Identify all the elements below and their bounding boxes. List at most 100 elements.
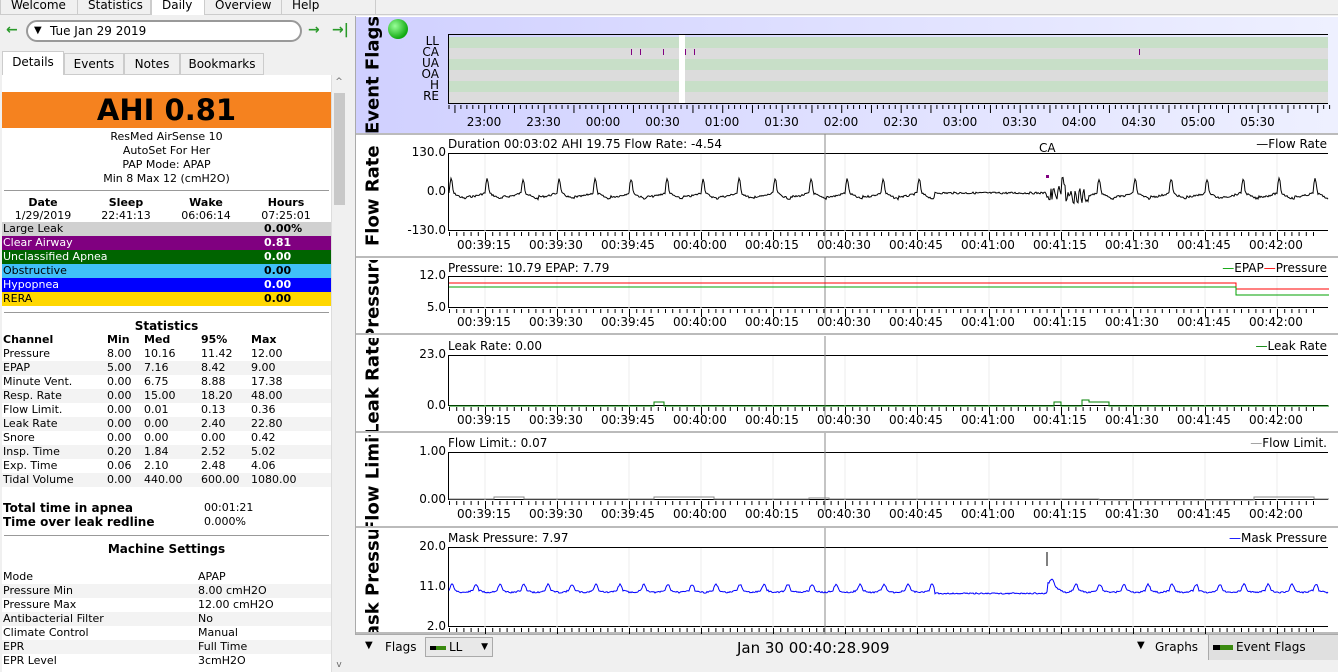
- scrollbar-thumb[interactable]: [334, 93, 345, 205]
- flow-header: Duration 00:03:02 AHI 19.75 Flow Rate: -…: [448, 137, 723, 151]
- clear-airway-flag-mark: [694, 49, 695, 55]
- statistics-cell: 8.00: [107, 347, 132, 360]
- y-tick-label: -130.0: [407, 223, 446, 237]
- event-flags-label: Event Flags: [1236, 640, 1306, 654]
- graphs-dropdown-icon[interactable]: ▼: [1137, 640, 1145, 651]
- hours-header: Hours: [267, 196, 305, 209]
- total-label: Total time in apnea: [3, 501, 133, 515]
- mask-title: Mask Pressure: [362, 530, 384, 632]
- flowlimit-plot[interactable]: [448, 433, 1329, 511]
- time-axis-label: 00:41:00: [961, 507, 1015, 521]
- flag-time-label: 03:00: [942, 115, 978, 129]
- statistics-cell: 0.00: [144, 431, 169, 444]
- statistics-cell: Minute Vent.: [3, 375, 73, 388]
- time-axis-label: 00:40:45: [889, 315, 943, 329]
- tab-welcome[interactable]: Welcome: [0, 0, 78, 15]
- col-min: Min: [107, 333, 130, 346]
- flags-label[interactable]: Flags: [385, 640, 416, 654]
- statistics-cell: Resp. Rate: [3, 389, 62, 402]
- legend-entry: Mask Pressure: [1241, 531, 1327, 545]
- event-flags-title: Event Flags: [362, 17, 384, 133]
- statistics-cell: 0.00: [107, 375, 132, 388]
- next-day-arrow-icon[interactable]: →: [308, 22, 320, 38]
- statistics-cell: 0.00: [107, 431, 132, 444]
- y-tick-label: 20.0: [419, 539, 446, 553]
- flowlimit-title: Flow Limit: [362, 435, 384, 526]
- clear-airway-flag-mark: [631, 49, 632, 55]
- tab-statistics[interactable]: Statistics: [77, 0, 151, 15]
- legend-entry: Flow Limit.: [1262, 436, 1327, 450]
- time-axis-label: 00:40:45: [889, 238, 943, 252]
- flag-row-band: [449, 92, 1328, 103]
- pressure-plot[interactable]: [448, 257, 1329, 319]
- total-value: 00:01:21: [204, 501, 254, 514]
- statistics-cell: 600.00: [201, 473, 240, 486]
- col-channel: Channel: [3, 333, 54, 346]
- flag-time-label: 02:00: [823, 115, 859, 129]
- total-value: 0.000%: [204, 515, 246, 528]
- time-axis-label: 00:41:15: [1033, 507, 1087, 521]
- last-day-arrow-icon[interactable]: →|: [332, 22, 349, 38]
- time-axis-label: 00:41:45: [1177, 238, 1231, 252]
- time-axis-label: 00:40:00: [673, 413, 727, 427]
- time-axis-label: 00:40:45: [889, 413, 943, 427]
- statistics-cell: 7.16: [144, 361, 169, 374]
- tab-details[interactable]: Details: [2, 51, 64, 76]
- statistics-cell: 10.16: [144, 347, 176, 360]
- event-flags-toggle[interactable]: Event Flags: [1208, 635, 1338, 660]
- time-axis-label: 00:42:00: [1249, 315, 1303, 329]
- pushpin-icon[interactable]: [388, 19, 408, 39]
- leak-rate-series: [449, 399, 1329, 407]
- flags-dropdown-icon[interactable]: ▼: [365, 640, 373, 651]
- prev-day-arrow-icon[interactable]: ←: [6, 22, 18, 38]
- flow-title: Flow Rate: [362, 145, 384, 247]
- time-axis-label: 00:39:30: [529, 238, 583, 252]
- setting-row: EPR Level 3cmH2O: [2, 654, 331, 668]
- leak-panel: Leak Rate Leak Rate: 0.00 —Leak Rate 23.0 0.…: [356, 336, 1338, 433]
- flag-time-label: 01:30: [764, 115, 799, 129]
- event-flags-plot[interactable]: [448, 34, 1328, 104]
- flow-plot[interactable]: CA: [448, 134, 1329, 242]
- scroll-down-icon[interactable]: v: [332, 660, 346, 670]
- statistics-cell: 4.06: [251, 459, 276, 472]
- flowlimit-panel: Flow Limit Flow Limit.: 0.07 —Flow Limit. 1…: [356, 433, 1338, 528]
- y-tick-label: 0.0: [426, 184, 446, 198]
- details-scrollbar[interactable]: ^ v: [331, 75, 346, 672]
- setting-row: Climate Control Manual: [2, 626, 331, 640]
- graphs-label[interactable]: Graphs: [1155, 640, 1198, 654]
- mask-panel: Mask Pressure Mask Pressure: 7.97 —Mask Pr…: [356, 528, 1338, 648]
- leak-plot[interactable]: [448, 336, 1329, 417]
- flag-time-label: 23:30: [526, 115, 561, 129]
- flag-time-label: 00:00: [585, 115, 621, 129]
- event-row[interactable]: Obstructive 0.00: [2, 264, 331, 278]
- event-label: Large Leak: [3, 222, 64, 235]
- tab-overview[interactable]: Overview: [204, 0, 282, 15]
- time-axis-label: 00:41:30: [1105, 238, 1159, 252]
- time-axis-label: 00:39:15: [457, 507, 511, 521]
- device-model: AutoSet For Her: [122, 144, 211, 157]
- event-row[interactable]: Clear Airway 0.81: [2, 236, 331, 250]
- sleep-header: Sleep: [108, 196, 144, 209]
- time-axis-label: 00:41:15: [1033, 238, 1087, 252]
- statistics-cell: 8.88: [201, 375, 226, 388]
- event-label: Clear Airway: [3, 236, 73, 249]
- tab-bookmarks[interactable]: Bookmarks: [180, 53, 264, 75]
- scroll-up-icon[interactable]: ^: [332, 77, 346, 87]
- event-row[interactable]: Unclassified Apnea 0.00: [2, 250, 331, 264]
- event-value: 0.00: [264, 292, 292, 305]
- mask-plot[interactable]: [448, 528, 1329, 638]
- date-picker[interactable]: ▼ Tue Jan 29 2019: [26, 20, 302, 42]
- tab-daily[interactable]: Daily: [151, 0, 205, 15]
- time-axis-label: 00:40:15: [745, 507, 799, 521]
- event-row[interactable]: Large Leak 0.00%: [2, 222, 331, 236]
- flags-select[interactable]: LL ▼: [425, 637, 493, 657]
- date-value: 1/29/2019: [14, 209, 72, 222]
- tab-notes[interactable]: Notes: [124, 53, 180, 75]
- event-row[interactable]: RERA 0.00: [2, 292, 331, 306]
- setting-row: Mode APAP: [2, 570, 331, 584]
- tab-events[interactable]: Events: [64, 53, 124, 75]
- y-tick-label: 1.00: [419, 444, 446, 458]
- tab-help-browser[interactable]: Help Browser: [281, 0, 376, 29]
- statistics-cell: 1080.00: [251, 473, 297, 486]
- event-row[interactable]: Hypopnea 0.00: [2, 278, 331, 292]
